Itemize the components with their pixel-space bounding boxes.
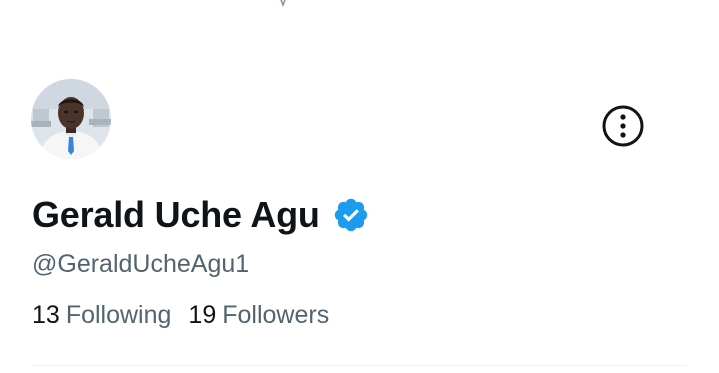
display-name: Gerald Uche Agu (32, 194, 320, 235)
following-link[interactable]: 13 Following (32, 298, 171, 332)
followers-count: 19 (188, 301, 217, 329)
followers-label: Followers (222, 301, 330, 329)
top-edge-fragment (278, 0, 288, 8)
profile-handle: @GeraldUcheAgu1 (32, 250, 250, 278)
avatar-photo (31, 79, 111, 159)
following-label: Following (65, 301, 172, 329)
more-options-button[interactable] (600, 103, 646, 149)
profile-name-row: Gerald Uche Agu (32, 192, 370, 238)
more-options-icon (601, 104, 645, 148)
following-count: 13 (32, 301, 60, 329)
followers-link[interactable]: 19 Followers (188, 298, 329, 332)
follow-stats: 13 Following 19 Followers (32, 298, 346, 332)
avatar[interactable] (31, 79, 111, 159)
verified-badge-icon[interactable] (332, 196, 370, 234)
divider (32, 365, 687, 366)
